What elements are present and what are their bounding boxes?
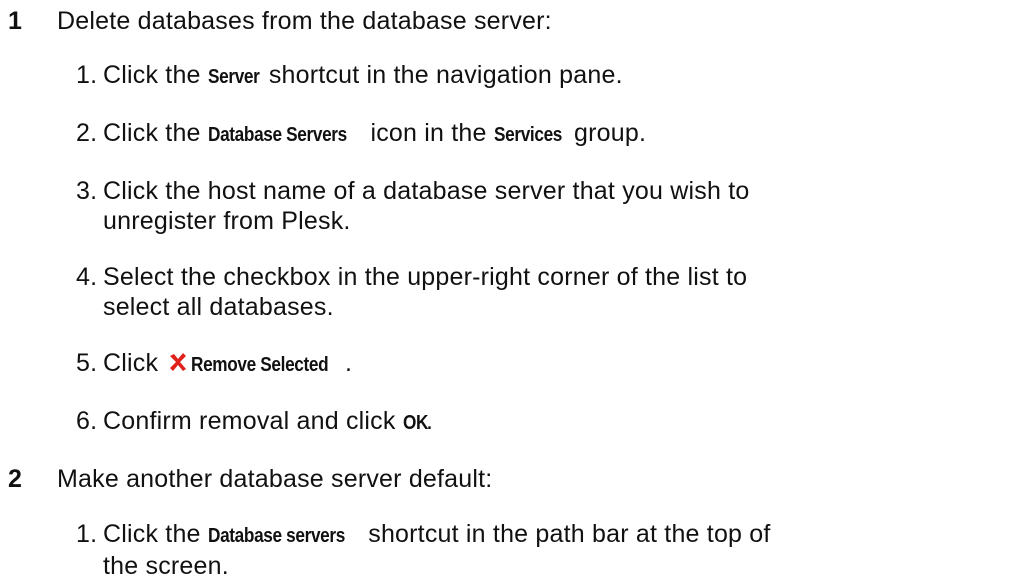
ui-label-services: Services (493, 124, 562, 146)
remove-x-icon (170, 353, 187, 371)
substep-1-2: 2. Click the Database Servers icon in the… (76, 118, 1016, 150)
step-text: Delete databases from the database serve… (57, 7, 552, 35)
ui-label-ok: OK (402, 412, 428, 434)
step-text: Make another database server default: (57, 465, 493, 493)
ui-label-server: Server (207, 66, 260, 88)
ui-label-database-servers: Database Servers (207, 124, 347, 146)
substep-1-5: 5. Click Remove Selected. (76, 348, 1016, 380)
substep-1-4: 4. Select the checkbox in the upper-right… (76, 263, 748, 321)
document-page: 1 Delete databases from the database ser… (0, 0, 1028, 580)
substep-1-3: 3. Click the host name of a database serv… (76, 177, 750, 235)
substep-2-1: 1. Click the Database servers shortcut in… (76, 520, 771, 580)
substep-1-1: 1. Click the Server shortcut in the navig… (76, 60, 1016, 92)
step-number: 1 (8, 7, 22, 35)
substep-1-6: 6. Confirm removal and click OK. (76, 406, 1016, 438)
step-number: 2 (8, 465, 22, 493)
ui-label-database-servers-path: Database servers (207, 525, 345, 547)
ui-label-remove-selected: Remove Selected (191, 354, 329, 376)
